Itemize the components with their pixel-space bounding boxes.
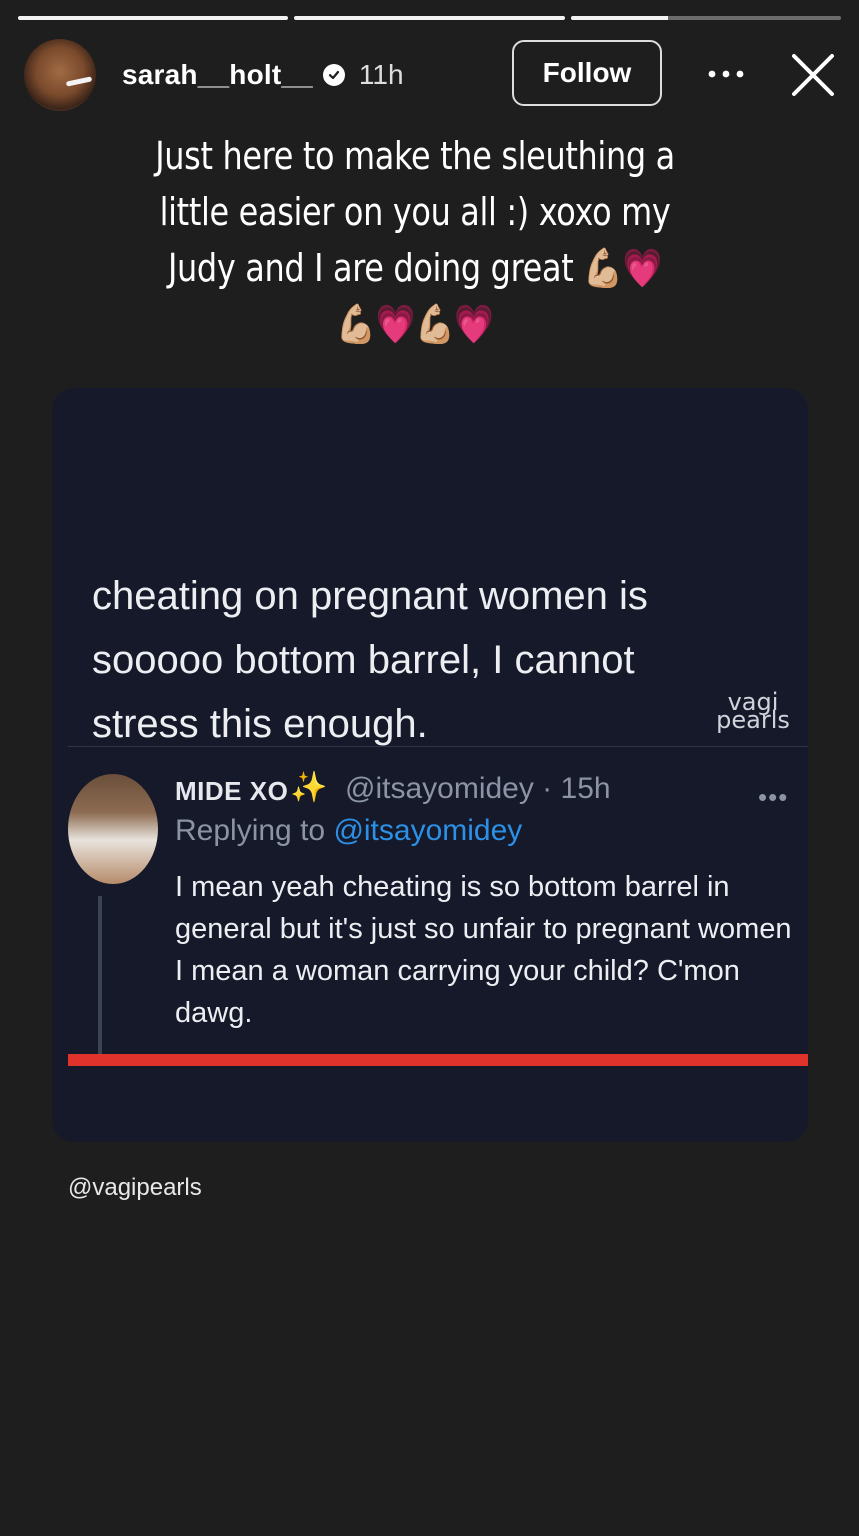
- credit-mention[interactable]: @vagipearls: [68, 1174, 202, 1202]
- vagipearls-watermark: vagi pearls: [710, 690, 796, 734]
- reply-avatar: [68, 774, 158, 884]
- reply-author-name: MIDE XO: [175, 776, 289, 806]
- story-caption: Just here to make the sleuthing a little…: [150, 128, 679, 352]
- profile-avatar[interactable]: [24, 39, 96, 111]
- ellipsis-icon[interactable]: [706, 56, 746, 92]
- progress-fill-2: [294, 16, 565, 20]
- caption-line-3: Judy and I are doing great 💪🏼💗: [167, 246, 663, 290]
- username[interactable]: sarah__holt__: [122, 59, 313, 91]
- close-icon[interactable]: [790, 52, 836, 98]
- story-header: sarah__holt__ 11h Follow: [24, 38, 835, 112]
- replying-mention: @itsayomidey: [333, 814, 523, 847]
- progress-fill-1: [18, 16, 289, 20]
- story-progress: [18, 16, 841, 21]
- follow-button[interactable]: Follow: [512, 40, 662, 106]
- thread-line: [98, 896, 102, 1056]
- progress-segment-2: [294, 16, 565, 20]
- caption-line-2: little easier on you all :) xoxo my: [159, 190, 671, 234]
- progress-segment-1: [18, 16, 289, 20]
- caption-line-4: 💪🏼💗💪🏼💗: [336, 302, 494, 346]
- sparkle-icon: ✨: [290, 771, 328, 804]
- reply-handle: @itsayomidey · 15h: [345, 772, 611, 805]
- progress-segment-3: [570, 16, 841, 20]
- watermark-line-2: pearls: [716, 706, 790, 734]
- replying-to: Replying to @itsayomidey: [175, 814, 522, 848]
- verified-badge-icon: [322, 64, 345, 86]
- caption-line-1: Just here to make the sleuthing a: [155, 134, 675, 178]
- progress-fill-3: [570, 16, 668, 20]
- replying-prefix: Replying to: [175, 814, 326, 847]
- shared-post-image: cheating on pregnant women is sooooo bot…: [52, 388, 808, 1142]
- post-time: 11h: [358, 59, 404, 90]
- reply-text: I mean yeah cheating is so bottom barrel…: [175, 871, 792, 1029]
- tweet-text: cheating on pregnant women is sooooo bot…: [92, 574, 648, 746]
- red-bar: [68, 1054, 808, 1066]
- tweet-divider: [68, 746, 808, 747]
- reply-more-icon: •••: [758, 782, 789, 812]
